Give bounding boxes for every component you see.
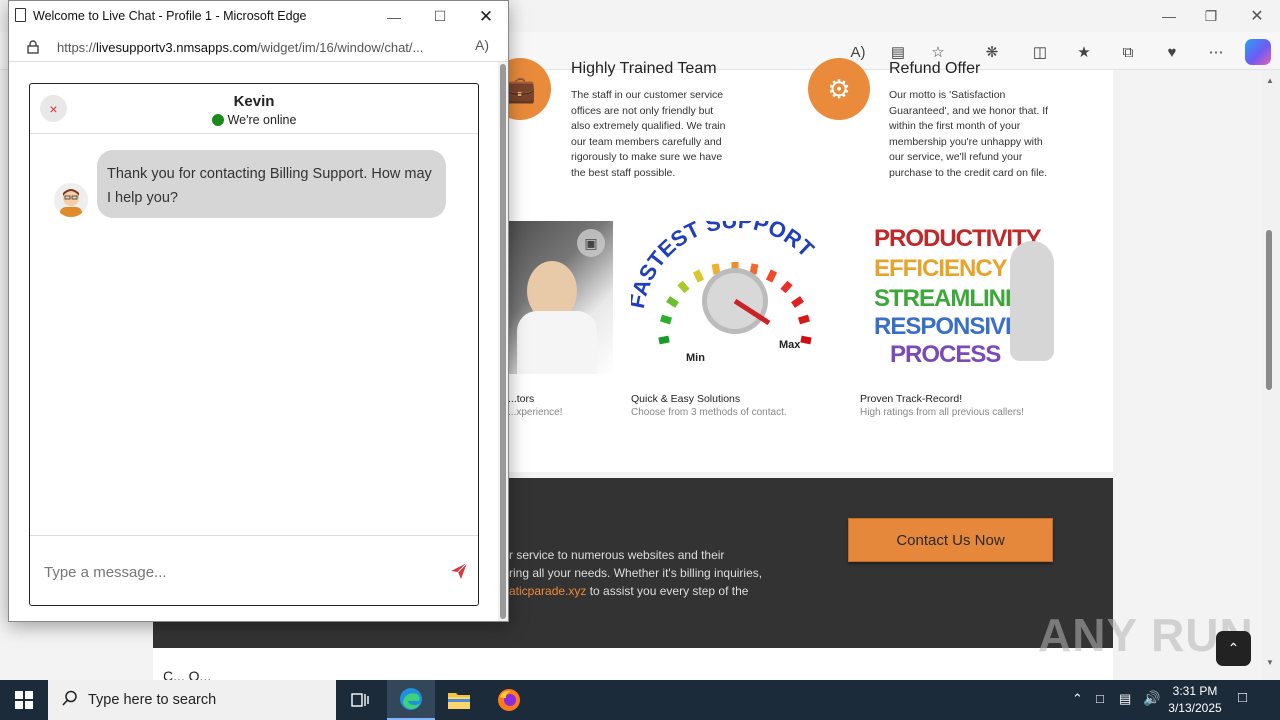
gear-icon: ⚙ (808, 58, 870, 120)
search-icon (62, 690, 78, 711)
more-menu-icon[interactable]: ⋯ (1202, 40, 1230, 64)
gallery-caption-subtitle: Choose from 3 methods of contact. (631, 407, 787, 418)
copilot-icon[interactable] (1245, 39, 1271, 65)
minimize-icon[interactable]: — (371, 1, 417, 32)
popup-titlebar: Welcome to Live Chat - Profile 1 - Micro… (9, 1, 508, 32)
gallery-caption-title: ...tors (508, 393, 535, 405)
tray-clock[interactable]: 3:31 PM 3/13/2025 (1160, 683, 1230, 717)
chat-header: × Kevin We're online (30, 84, 478, 134)
page-bottom-section (153, 648, 1113, 680)
close-icon[interactable]: ✕ (1234, 0, 1280, 32)
network-icon[interactable]: ▤ (1119, 691, 1131, 707)
performance-icon[interactable]: ♥ (1158, 40, 1186, 64)
firefox-icon[interactable] (485, 680, 533, 720)
gallery-caption-subtitle: ...xperience! (508, 407, 563, 418)
about-link[interactable]: aticparade.xyz (509, 584, 586, 598)
minimize-icon[interactable]: — (1146, 0, 1192, 32)
popup-address-bar[interactable]: https://livesupportv3.nmsapps.com/widget… (9, 32, 508, 62)
feature-title: Refund Offer (889, 60, 981, 77)
feature-text: The staff in our customer service office… (571, 89, 726, 179)
about-text-line: aticparade.xyz to assist you every step … (509, 584, 749, 598)
online-status: We're online (30, 113, 478, 127)
windows-icon[interactable] (0, 680, 48, 720)
read-aloud-icon[interactable]: A) (475, 37, 489, 53)
contact-us-button[interactable]: Contact Us Now (848, 518, 1053, 562)
fastest-support-image: FASTEST SUPPORT Min Max (631, 221, 841, 374)
feature-text: Our motto is 'Satisfaction Guaranteed', … (889, 89, 1049, 179)
chat-widget: × Kevin We're online Thank you for conta… (29, 83, 479, 606)
productivity-words-image: PRODUCTIVITY EFFICIENCY STREAMLINED RESP… (860, 221, 1071, 374)
message-input[interactable] (44, 560, 434, 584)
split-screen-icon[interactable]: ◫ (1026, 40, 1054, 64)
close-icon[interactable]: ✕ (463, 1, 508, 32)
clock-time: 3:31 PM (1172, 684, 1218, 698)
popup-scroll-thumb[interactable] (500, 64, 506, 619)
file-explorer-icon[interactable] (435, 680, 483, 720)
popup-title: Welcome to Live Chat - Profile 1 - Micro… (33, 9, 307, 23)
tray-chevron-icon[interactable]: ⌃ (1072, 691, 1083, 707)
search-placeholder: Type here to search (88, 692, 217, 708)
bottom-heading: C... Q... (163, 668, 212, 680)
visual-search-icon[interactable]: ▣ (577, 229, 605, 257)
notifications-icon[interactable]: □ (1238, 689, 1247, 706)
chat-popup-window: Welcome to Live Chat - Profile 1 - Micro… (8, 0, 509, 622)
clock-date: 3/13/2025 (1168, 701, 1222, 715)
agent-name: Kevin (233, 93, 275, 110)
gallery-caption-title: Quick & Easy Solutions (631, 393, 741, 405)
about-text-line: r service to numerous websites and their (509, 548, 725, 562)
send-icon[interactable] (448, 560, 470, 582)
gallery-caption-title: Proven Track-Record! (860, 393, 963, 405)
collections-icon[interactable]: ⧉ (1114, 40, 1142, 64)
gallery-caption-subtitle: High ratings from all previous callers! (860, 407, 1024, 418)
extensions-icon[interactable]: ❋ (978, 40, 1006, 64)
message-composer (30, 535, 478, 605)
agent-message-bubble: Thank you for contacting Billing Support… (97, 150, 446, 218)
gauge-min: Min (686, 352, 705, 364)
gauge-max: Max (779, 339, 801, 351)
document-icon (15, 8, 26, 22)
agent-avatar (54, 183, 88, 217)
popup-url[interactable]: https://livesupportv3.nmsapps.com/widget… (57, 40, 423, 55)
thinking-figure (1010, 241, 1054, 361)
online-status-text: We're online (227, 113, 297, 127)
volume-icon[interactable]: 🔊 (1143, 690, 1160, 707)
scroll-down-icon[interactable]: ▼ (1266, 658, 1274, 667)
tray-meet-icon[interactable]: □ (1096, 691, 1104, 706)
scroll-thumb[interactable] (1266, 230, 1272, 390)
task-view-icon[interactable] (336, 680, 384, 720)
taskbar-search[interactable]: Type here to search (48, 680, 336, 720)
feature-title: Highly Trained Team (571, 60, 717, 77)
maximize-icon[interactable]: ☐ (417, 1, 463, 32)
edge-icon[interactable] (387, 680, 435, 720)
favorites-icon[interactable]: ★ (1070, 40, 1098, 64)
scroll-to-top-button[interactable]: ⌃ (1216, 631, 1251, 666)
online-dot-icon (211, 114, 224, 126)
restore-icon[interactable]: ❐ (1188, 0, 1234, 32)
scroll-up-icon[interactable]: ▲ (1266, 76, 1274, 85)
lock-icon[interactable] (27, 40, 39, 54)
agent-photo: ▣ (497, 221, 613, 374)
about-text-line: ring all your needs. Whether it's billin… (509, 566, 763, 580)
